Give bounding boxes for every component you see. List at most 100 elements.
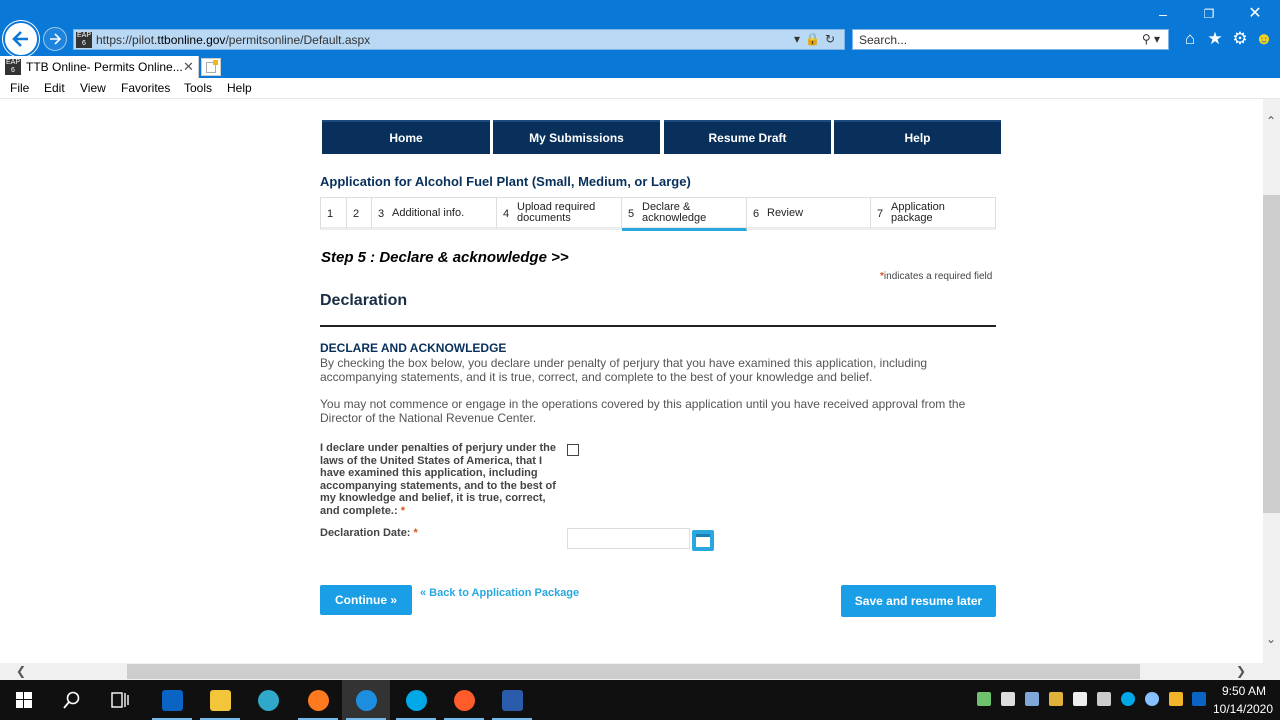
tray-app-icon[interactable]: [977, 692, 991, 706]
menu-bar: File Edit View Favorites Tools Help: [0, 78, 1280, 99]
back-arrow-icon: [12, 31, 28, 47]
menu-favorites[interactable]: Favorites: [121, 81, 170, 95]
step-number: 4: [503, 208, 510, 220]
taskbar-firefox-2[interactable]: [440, 680, 488, 720]
start-button[interactable]: [0, 680, 48, 720]
scroll-right-icon[interactable]: ❯: [1236, 664, 1246, 678]
declaration-checkbox[interactable]: [567, 444, 579, 456]
restore-button[interactable]: ❐: [1194, 4, 1224, 24]
tray-security-icon[interactable]: [1073, 692, 1087, 706]
scroll-left-icon[interactable]: ❮: [16, 664, 26, 678]
tray-device-icon[interactable]: [1001, 692, 1015, 706]
favorites-star-icon[interactable]: ★: [1205, 29, 1225, 49]
calendar-button[interactable]: [692, 530, 714, 551]
tray-pen-icon[interactable]: [1049, 692, 1063, 706]
smiley-feedback-icon[interactable]: ☻: [1254, 29, 1274, 49]
step-4[interactable]: 4 Upload required documents: [497, 198, 622, 228]
address-bar[interactable]: EAP 6 https://pilot.ttbonline.gov/permits…: [73, 29, 845, 50]
menu-file[interactable]: File: [10, 81, 29, 95]
taskbar-search-button[interactable]: [48, 680, 96, 720]
step-number: 5: [628, 208, 635, 220]
tray-sync-icon[interactable]: [1145, 692, 1159, 706]
speaker-icon[interactable]: [1097, 692, 1111, 706]
edge-icon: [258, 690, 279, 711]
back-button[interactable]: [3, 21, 39, 57]
tray-outlook-icon[interactable]: [1192, 692, 1206, 706]
step-label: Upload required documents: [517, 201, 596, 224]
step-5-active[interactable]: 5 Declare & acknowledge: [622, 198, 747, 231]
step-label: Declare & acknowledge: [642, 201, 707, 224]
site-favicon-icon: EAP 6: [76, 32, 92, 48]
menu-help[interactable]: Help: [227, 81, 252, 95]
scroll-down-icon[interactable]: ⌄: [1266, 632, 1276, 646]
windows-logo-icon: [16, 692, 32, 708]
step-number: 3: [378, 208, 385, 220]
vertical-scroll-thumb[interactable]: [1263, 195, 1280, 513]
tray-network-icon[interactable]: [1025, 692, 1039, 706]
close-window-button[interactable]: ✕: [1240, 4, 1270, 24]
dropdown-icon[interactable]: ▾: [794, 32, 805, 46]
address-bar-icons[interactable]: ▾🔒↻: [794, 32, 840, 46]
minimize-button[interactable]: –: [1148, 4, 1178, 24]
menu-edit[interactable]: Edit: [44, 81, 65, 95]
lock-icon[interactable]: 🔒: [805, 32, 825, 46]
nav-help[interactable]: Help: [834, 120, 1001, 154]
step-2[interactable]: 2: [347, 198, 372, 228]
taskbar-edge[interactable]: [244, 680, 292, 720]
step-heading: Step 5 : Declare & acknowledge >>: [321, 249, 569, 266]
required-marker: *: [400, 504, 405, 517]
approval-notice-paragraph: You may not commence or engage in the op…: [320, 397, 966, 425]
windows-taskbar: [0, 680, 1280, 720]
menu-tools[interactable]: Tools: [184, 81, 212, 95]
search-input[interactable]: [859, 33, 1129, 47]
forward-arrow-icon: [50, 33, 62, 45]
step-3[interactable]: 3 Additional info.: [372, 198, 497, 228]
search-box[interactable]: ⚲ ▾: [852, 29, 1169, 50]
step-number: 7: [877, 208, 884, 220]
declaration-date-input[interactable]: [567, 528, 690, 549]
refresh-icon[interactable]: ↻: [825, 32, 840, 46]
back-to-application-package-link[interactable]: « Back to Application Package: [420, 587, 579, 599]
tray-skype-icon[interactable]: [1121, 692, 1135, 706]
taskbar-firefox[interactable]: [294, 680, 342, 720]
nav-resume-draft[interactable]: Resume Draft: [664, 120, 831, 154]
step-number: 1: [327, 208, 334, 220]
home-icon[interactable]: ⌂: [1180, 29, 1200, 49]
tab-close-icon[interactable]: ✕: [183, 59, 194, 75]
taskbar-skype[interactable]: [392, 680, 440, 720]
tab-favicon-icon: EAP 6: [5, 59, 21, 75]
step-label: Application package: [891, 201, 945, 224]
declaration-paragraph: By checking the box below, you declare u…: [320, 356, 928, 384]
step-6[interactable]: 6 Review: [747, 198, 871, 228]
tray-app-icon-2[interactable]: [1169, 692, 1183, 706]
required-field-note: *indicates a required field: [880, 271, 993, 282]
gear-icon[interactable]: ⚙: [1230, 29, 1250, 49]
tab-strip: EAP 6 TTB Online- Permits Online... ✕: [0, 56, 1280, 78]
search-icon[interactable]: ⚲ ▾: [1142, 32, 1160, 46]
save-and-resume-later-button[interactable]: Save and resume later: [841, 585, 996, 617]
taskbar-outlook[interactable]: [148, 680, 196, 720]
clock-time[interactable]: 9:50 AM: [1218, 684, 1270, 698]
taskbar-word[interactable]: [488, 680, 536, 720]
continue-button[interactable]: Continue »: [320, 585, 412, 615]
taskbar-file-explorer[interactable]: [196, 680, 244, 720]
browser-tab[interactable]: EAP 6 TTB Online- Permits Online... ✕: [0, 56, 199, 78]
menu-view[interactable]: View: [80, 81, 106, 95]
section-title: Declaration: [320, 292, 408, 309]
scrollbar-corner: [1263, 663, 1280, 680]
nav-my-submissions[interactable]: My Submissions: [493, 120, 660, 154]
step-1[interactable]: 1: [321, 198, 347, 228]
taskbar-internet-explorer[interactable]: [342, 680, 390, 720]
new-tab-button[interactable]: [201, 58, 221, 76]
clock-date[interactable]: 10/14/2020: [1212, 702, 1274, 716]
task-view-icon: [111, 692, 129, 708]
nav-home[interactable]: Home: [322, 120, 490, 154]
horizontal-scroll-thumb[interactable]: [127, 664, 1140, 679]
tab-title: TTB Online- Permits Online...: [26, 60, 183, 74]
scroll-up-icon[interactable]: ⌃: [1266, 114, 1276, 128]
step-7[interactable]: 7 Application package: [871, 198, 995, 228]
task-view-button[interactable]: [96, 680, 144, 720]
firefox-icon: [454, 690, 475, 711]
forward-button[interactable]: [43, 27, 67, 51]
internet-explorer-icon: [356, 690, 377, 711]
